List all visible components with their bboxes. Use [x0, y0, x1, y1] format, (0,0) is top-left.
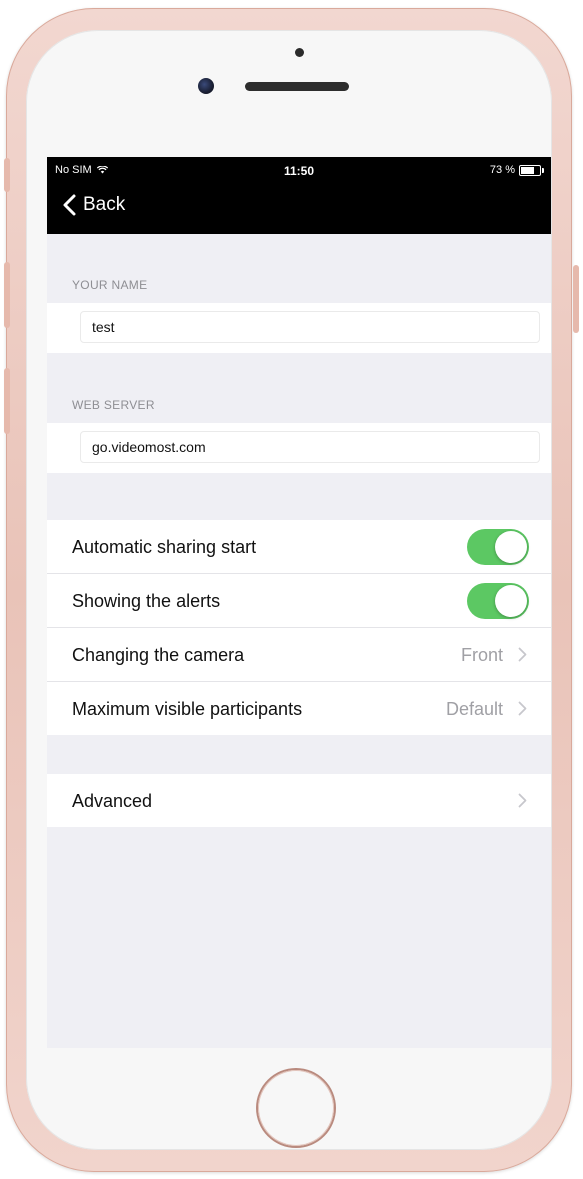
- chevron-left-icon: [63, 194, 76, 216]
- row-label: Automatic sharing start: [72, 537, 257, 557]
- toggle-knob: [495, 531, 527, 563]
- row-advanced[interactable]: Advanced: [47, 774, 551, 827]
- chevron-right-icon: [518, 793, 527, 808]
- your-name-input[interactable]: [80, 311, 540, 343]
- status-battery: 73 %: [489, 164, 544, 176]
- battery-icon: [519, 164, 544, 176]
- chevron-right-icon: [518, 701, 527, 716]
- row-label: Showing the alerts: [72, 591, 221, 611]
- screen: No SIM 11:50 73 % Back YOUR NAME test WE…: [47, 157, 551, 1048]
- status-time: 11:50: [283, 164, 315, 178]
- front-camera: [198, 78, 214, 94]
- automatic-sharing-toggle[interactable]: [467, 529, 529, 565]
- row-automatic-sharing-start[interactable]: Automatic sharing start: [47, 520, 551, 574]
- showing-alerts-toggle[interactable]: [467, 583, 529, 619]
- web-server-header: WEB SERVER: [72, 398, 155, 412]
- proximity-sensor: [295, 48, 304, 57]
- mute-switch: [4, 158, 10, 192]
- home-button[interactable]: [258, 1070, 334, 1146]
- web-server-input[interactable]: [80, 431, 540, 463]
- status-bar: No SIM 11:50 73 %: [47, 157, 551, 183]
- camera-value: Front: [460, 645, 503, 665]
- your-name-group: [47, 303, 551, 353]
- web-server-group: [47, 423, 551, 473]
- row-showing-alerts[interactable]: Showing the alerts: [47, 574, 551, 628]
- back-button[interactable]: Back: [61, 193, 125, 217]
- advanced-group: Advanced: [47, 774, 551, 827]
- battery-percent: 73 %: [489, 164, 515, 176]
- row-changing-camera[interactable]: Changing the camera Front: [47, 628, 551, 682]
- chevron-right-icon: [518, 647, 527, 662]
- back-label: Back: [83, 194, 126, 215]
- settings-group: Automatic sharing start Showing the aler…: [47, 520, 551, 735]
- volume-up-button: [4, 262, 10, 328]
- row-maximum-visible-participants[interactable]: Maximum visible participants Default: [47, 682, 551, 735]
- navigation-bar: Back: [47, 183, 551, 234]
- row-label: Advanced: [72, 791, 153, 811]
- earpiece-speaker: [245, 82, 349, 91]
- participants-value: Default: [445, 699, 503, 719]
- row-label: Changing the camera: [72, 645, 245, 665]
- your-name-header: YOUR NAME: [72, 278, 148, 292]
- power-button: [573, 265, 579, 333]
- toggle-knob: [495, 585, 527, 617]
- volume-down-button: [4, 368, 10, 434]
- row-label: Maximum visible participants: [72, 699, 303, 719]
